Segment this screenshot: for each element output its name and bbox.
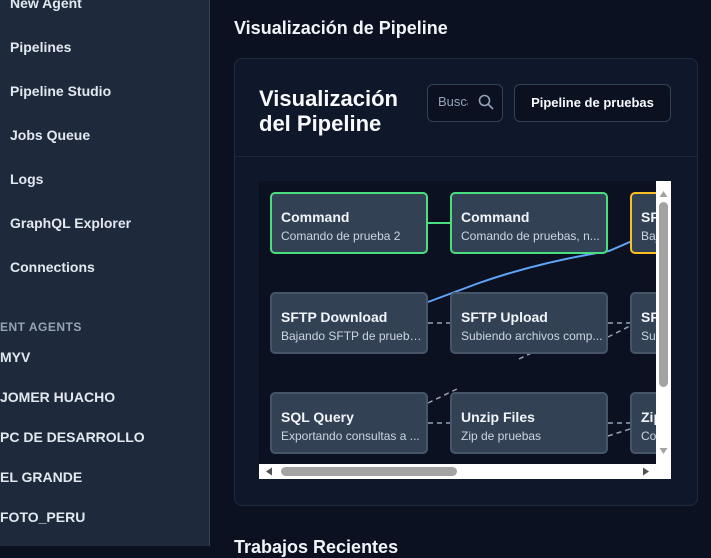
pipeline-node[interactable]: SQL Query Exportando consultas a ...: [270, 392, 428, 454]
node-title: Unzip Files: [461, 409, 535, 425]
pipeline-select-button[interactable]: Pipeline de pruebas: [514, 84, 671, 122]
pipeline-canvas[interactable]: Command Comando de prueba 2 Command Coma…: [259, 181, 671, 479]
node-title: SQL Query: [281, 409, 354, 425]
pipeline-node[interactable]: Command Comando de prueba 2: [270, 192, 428, 254]
horizontal-scrollbar[interactable]: [259, 464, 671, 479]
recent-jobs-heading: Trabajos Recientes: [234, 537, 399, 557]
agent-item[interactable]: MYV: [0, 349, 30, 365]
sidebar-item-logs[interactable]: Logs: [10, 171, 43, 187]
pipeline-card: Visualización del Pipeline Pipeline de p…: [234, 58, 698, 506]
pipeline-node[interactable]: SFTP Upload Subiendo archivos comp...: [450, 292, 608, 354]
agent-item[interactable]: JOMER HUACHO: [0, 389, 115, 405]
agent-item[interactable]: PC DE DESARROLLO: [0, 429, 145, 445]
horizontal-scroll-thumb[interactable]: [281, 467, 457, 476]
scroll-right-arrow-icon[interactable]: [643, 467, 649, 476]
sidebar: New Agent Pipelines Pipeline Studio Jobs…: [0, 0, 210, 546]
sidebar-item-jobs-queue[interactable]: Jobs Queue: [10, 127, 90, 143]
vertical-scrollbar[interactable]: [656, 181, 671, 479]
node-title: Command: [281, 209, 350, 225]
card-title: Visualización del Pipeline: [259, 86, 398, 136]
vertical-scroll-thumb[interactable]: [659, 202, 668, 387]
agent-item[interactable]: FOTO_PERU: [0, 509, 85, 525]
search-box[interactable]: [427, 84, 503, 122]
search-input[interactable]: [438, 94, 468, 109]
sidebar-item-connections[interactable]: Connections: [10, 259, 95, 275]
node-subtitle: Comando de pruebas, n...: [461, 229, 600, 243]
node-title: SFTP Download: [281, 309, 388, 325]
sidebar-item-pipelines[interactable]: Pipelines: [10, 39, 71, 55]
edge-upload-sft-2: [607, 325, 631, 338]
scroll-left-arrow-icon[interactable]: [266, 467, 272, 476]
node-subtitle: Bajando SFTP de prueba 1: [281, 329, 425, 343]
page-title: Visualización de Pipeline: [234, 18, 448, 38]
node-subtitle: Comando de prueba 2: [281, 229, 401, 243]
pipeline-node[interactable]: Command Comando de pruebas, n...: [450, 192, 608, 254]
node-subtitle: Exportando consultas a ...: [281, 429, 420, 443]
node-subtitle: Subiendo archivos comp...: [461, 329, 603, 343]
edge-unzip-zip-2: [607, 428, 631, 437]
search-icon[interactable]: [478, 94, 494, 115]
pipeline-node[interactable]: Unzip Files Zip de pruebas: [450, 392, 608, 454]
pipeline-node[interactable]: SFTP Download Bajando SFTP de prueba 1: [270, 292, 428, 354]
node-title: SFTP Upload: [461, 309, 548, 325]
node-subtitle: Zip de pruebas: [461, 429, 542, 443]
sidebar-item-new-agent[interactable]: New Agent: [10, 0, 82, 11]
node-title: Command: [461, 209, 530, 225]
agents-section-title: ENT AGENTS: [0, 320, 82, 334]
card-header: Visualización del Pipeline Pipeline de p…: [235, 59, 697, 157]
agent-item[interactable]: EL GRANDE: [0, 469, 82, 485]
sidebar-item-pipeline-studio[interactable]: Pipeline Studio: [10, 83, 111, 99]
scroll-up-arrow-icon[interactable]: [659, 191, 668, 197]
scroll-down-arrow-icon[interactable]: [659, 448, 668, 454]
sidebar-item-graphql-explorer[interactable]: GraphQL Explorer: [10, 215, 131, 231]
